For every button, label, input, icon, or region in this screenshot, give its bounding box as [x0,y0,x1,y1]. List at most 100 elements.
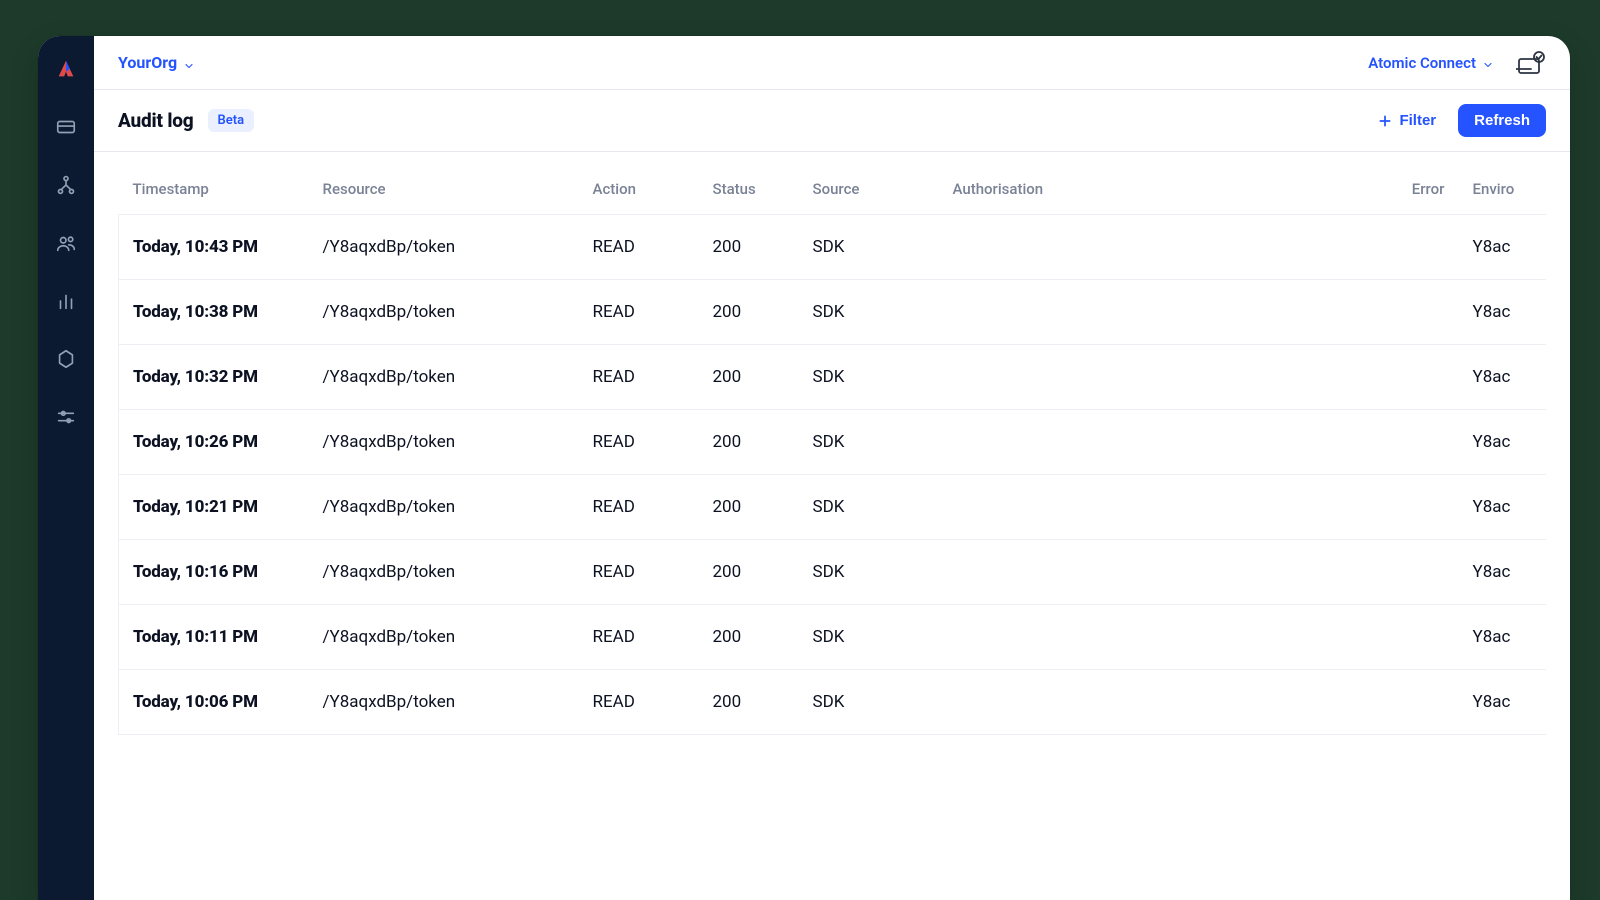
table-row[interactable]: Today, 10:21 PM/Y8aqxdBp/tokenREAD200SDK… [119,475,1547,540]
cell-resource: /Y8aqxdBp/token [309,540,579,605]
cell-timestamp: Today, 10:43 PM [119,215,309,280]
col-timestamp[interactable]: Timestamp [119,180,309,215]
cell-error [1369,670,1459,735]
cell-action: READ [579,475,699,540]
table-row[interactable]: Today, 10:06 PM/Y8aqxdBp/tokenREAD200SDK… [119,670,1547,735]
cell-action: READ [579,345,699,410]
audit-table: Timestamp Resource Action Status Source … [118,180,1546,735]
table-body: Today, 10:43 PM/Y8aqxdBp/tokenREAD200SDK… [119,215,1547,735]
top-bar: YourOrg Atomic Connect [94,36,1570,90]
table-row[interactable]: Today, 10:16 PM/Y8aqxdBp/tokenREAD200SDK… [119,540,1547,605]
cell-authorisation [939,605,1369,670]
cell-source: SDK [799,605,939,670]
cell-error [1369,475,1459,540]
nav-rail [38,36,94,900]
cell-authorisation [939,670,1369,735]
col-action[interactable]: Action [579,180,699,215]
cell-timestamp: Today, 10:11 PM [119,605,309,670]
cell-status: 200 [699,345,799,410]
cell-timestamp: Today, 10:16 PM [119,540,309,605]
cell-authorisation [939,475,1369,540]
page-header: Audit log Beta Filter Refresh [94,90,1570,152]
table-row[interactable]: Today, 10:43 PM/Y8aqxdBp/tokenREAD200SDK… [119,215,1547,280]
audit-table-wrapper: Timestamp Resource Action Status Source … [118,180,1546,900]
cell-action: READ [579,540,699,605]
col-error[interactable]: Error [1369,180,1459,215]
cell-action: READ [579,670,699,735]
cell-timestamp: Today, 10:26 PM [119,410,309,475]
refresh-button-label: Refresh [1474,112,1530,129]
main-area: YourOrg Atomic Connect Audit log Beta Fi… [94,36,1570,900]
col-environment[interactable]: Enviro [1459,180,1547,215]
page-title: Audit log [118,109,194,132]
cell-timestamp: Today, 10:06 PM [119,670,309,735]
cell-environment: Y8ac [1459,475,1547,540]
cell-authorisation [939,215,1369,280]
nav-people-icon[interactable] [55,232,77,254]
cell-status: 200 [699,670,799,735]
filter-button[interactable]: Filter [1369,106,1444,135]
refresh-button[interactable]: Refresh [1458,104,1546,137]
cell-action: READ [579,215,699,280]
org-picker-label: YourOrg [118,53,177,72]
col-resource[interactable]: Resource [309,180,579,215]
cell-status: 200 [699,280,799,345]
table-row[interactable]: Today, 10:32 PM/Y8aqxdBp/tokenREAD200SDK… [119,345,1547,410]
cell-environment: Y8ac [1459,345,1547,410]
col-status[interactable]: Status [699,180,799,215]
cell-source: SDK [799,540,939,605]
chevron-down-icon [183,57,195,69]
brand-logo [55,58,77,80]
product-picker[interactable]: Atomic Connect [1368,54,1494,72]
nav-branch-icon[interactable] [55,174,77,196]
cell-environment: Y8ac [1459,540,1547,605]
cell-error [1369,540,1459,605]
cell-resource: /Y8aqxdBp/token [309,345,579,410]
cell-error [1369,605,1459,670]
cell-resource: /Y8aqxdBp/token [309,475,579,540]
cell-resource: /Y8aqxdBp/token [309,215,579,280]
col-source[interactable]: Source [799,180,939,215]
cell-source: SDK [799,410,939,475]
col-authorisation[interactable]: Authorisation [939,180,1369,215]
cell-authorisation [939,540,1369,605]
org-picker[interactable]: YourOrg [118,53,195,72]
beta-badge: Beta [208,109,255,132]
cell-environment: Y8ac [1459,410,1547,475]
table-row[interactable]: Today, 10:38 PM/Y8aqxdBp/tokenREAD200SDK… [119,280,1547,345]
cell-status: 200 [699,410,799,475]
cell-status: 200 [699,215,799,280]
cell-status: 200 [699,540,799,605]
cell-environment: Y8ac [1459,215,1547,280]
cell-resource: /Y8aqxdBp/token [309,670,579,735]
cell-status: 200 [699,475,799,540]
nav-card-icon[interactable] [55,116,77,138]
cell-source: SDK [799,670,939,735]
cell-action: READ [579,280,699,345]
cell-environment: Y8ac [1459,670,1547,735]
nav-sliders-icon[interactable] [55,406,77,428]
table-row[interactable]: Today, 10:11 PM/Y8aqxdBp/tokenREAD200SDK… [119,605,1547,670]
cell-status: 200 [699,605,799,670]
table-row[interactable]: Today, 10:26 PM/Y8aqxdBp/tokenREAD200SDK… [119,410,1547,475]
cell-source: SDK [799,280,939,345]
chevron-down-icon [1482,57,1494,69]
product-picker-label: Atomic Connect [1368,54,1476,72]
cell-error [1369,345,1459,410]
cell-authorisation [939,345,1369,410]
nav-analytics-icon[interactable] [55,290,77,312]
app-frame: YourOrg Atomic Connect Audit log Beta Fi… [38,36,1570,900]
cell-authorisation [939,410,1369,475]
cell-timestamp: Today, 10:21 PM [119,475,309,540]
cell-source: SDK [799,475,939,540]
cell-error [1369,280,1459,345]
cell-error [1369,410,1459,475]
cell-resource: /Y8aqxdBp/token [309,605,579,670]
cell-resource: /Y8aqxdBp/token [309,410,579,475]
cell-resource: /Y8aqxdBp/token [309,280,579,345]
nav-settings-icon[interactable] [55,348,77,370]
cell-authorisation [939,280,1369,345]
cell-timestamp: Today, 10:38 PM [119,280,309,345]
notifications-icon[interactable] [1516,50,1546,76]
cell-action: READ [579,605,699,670]
